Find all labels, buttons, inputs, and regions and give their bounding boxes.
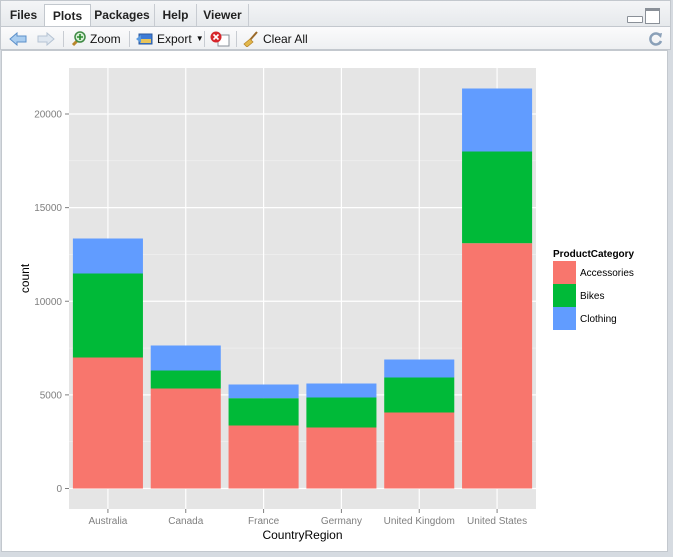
refresh-icon	[649, 32, 663, 46]
maximize-pane-button[interactable]	[645, 8, 660, 24]
bar-clothing-australia	[72, 238, 143, 274]
tab-help[interactable]: Help	[155, 4, 197, 27]
bar-clothing-france	[228, 384, 299, 399]
arrow-left-icon	[9, 32, 27, 46]
x-tick-label: Australia	[88, 516, 127, 527]
x-tick-label: Canada	[168, 516, 203, 527]
broom-icon	[243, 31, 258, 47]
x-tick-label: Germany	[321, 516, 362, 527]
y-tick-label: 5000	[40, 390, 63, 401]
bar-accessories-canada	[150, 388, 221, 489]
x-tick-label: United States	[467, 516, 527, 527]
zoom-magnifier-icon	[71, 31, 86, 47]
bar-clothing-canada	[150, 345, 221, 371]
y-axis-title: count	[18, 263, 32, 293]
legend-swatch-accessories	[553, 261, 576, 284]
export-button[interactable]: Export ▼	[136, 30, 204, 48]
y-tick-label: 20000	[34, 110, 62, 121]
clear-all-label: Clear All	[263, 32, 308, 46]
refresh-button[interactable]	[648, 30, 664, 48]
toolbar-separator	[63, 31, 64, 47]
tab-files[interactable]: Files	[3, 4, 45, 27]
plot-viewer-pane: 0 5000 10000 15000 20000 Australia Canada Fran…	[1, 50, 668, 552]
y-axis: 0 5000 10000 15000 20000	[34, 110, 69, 495]
legend-swatch-clothing	[553, 307, 576, 330]
bar-clothing-united-kingdom	[384, 359, 455, 378]
legend-label-accessories: Accessories	[580, 268, 634, 279]
x-tick-label: United Kingdom	[384, 516, 455, 527]
legend: ProductCategory Accessories Bikes Clothing	[553, 249, 635, 330]
bar-accessories-germany	[306, 427, 377, 489]
bar-clothing-united-states	[462, 88, 533, 152]
bar-bikes-france	[228, 398, 299, 426]
toolbar-separator	[236, 31, 237, 47]
y-tick-label: 15000	[34, 203, 62, 214]
bar-bikes-canada	[150, 370, 221, 389]
zoom-button[interactable]: Zoom	[70, 30, 121, 48]
minimize-pane-button[interactable]	[627, 16, 643, 23]
legend-label-clothing: Clothing	[580, 314, 617, 325]
export-image-icon	[136, 33, 153, 45]
toolbar-separator	[129, 31, 130, 47]
tab-viewer[interactable]: Viewer	[197, 4, 249, 27]
tab-packages[interactable]: Packages	[90, 4, 155, 27]
forward-button[interactable]	[37, 30, 55, 48]
bar-accessories-france	[228, 425, 299, 489]
remove-plot-icon	[210, 31, 230, 47]
back-button[interactable]	[9, 30, 27, 48]
x-axis: Australia Canada France Germany United Kingd…	[88, 509, 527, 527]
bar-bikes-australia	[72, 273, 143, 358]
x-tick-label: France	[248, 516, 280, 527]
legend-label-bikes: Bikes	[580, 291, 604, 302]
dropdown-caret-icon: ▼	[195, 34, 204, 43]
pane-tab-bar: Files Plots Packages Help Viewer	[0, 0, 671, 27]
plots-toolbar: Zoom Export ▼ Clear All	[0, 26, 671, 50]
x-axis-title: CountryRegion	[262, 528, 342, 542]
legend-swatch-bikes	[553, 284, 576, 307]
clear-all-button[interactable]: Clear All	[243, 30, 308, 48]
bar-bikes-united-kingdom	[384, 377, 455, 413]
bar-bikes-united-states	[462, 151, 533, 244]
y-tick-label: 0	[56, 484, 62, 495]
remove-plot-button[interactable]	[210, 30, 230, 48]
bar-accessories-united-kingdom	[384, 412, 455, 489]
export-label: Export	[157, 32, 192, 46]
legend-title: ProductCategory	[553, 249, 635, 260]
y-tick-label: 10000	[34, 297, 62, 308]
zoom-label: Zoom	[90, 32, 121, 46]
tab-plots[interactable]: Plots	[44, 4, 91, 27]
toolbar-separator	[204, 31, 205, 47]
arrow-right-icon	[37, 32, 55, 46]
bar-bikes-germany	[306, 397, 377, 428]
stacked-bar-chart: 0 5000 10000 15000 20000 Australia Canada Fran…	[18, 68, 635, 542]
bar-accessories-united-states	[462, 243, 533, 489]
bar-accessories-australia	[72, 357, 143, 489]
bar-clothing-germany	[306, 383, 377, 398]
